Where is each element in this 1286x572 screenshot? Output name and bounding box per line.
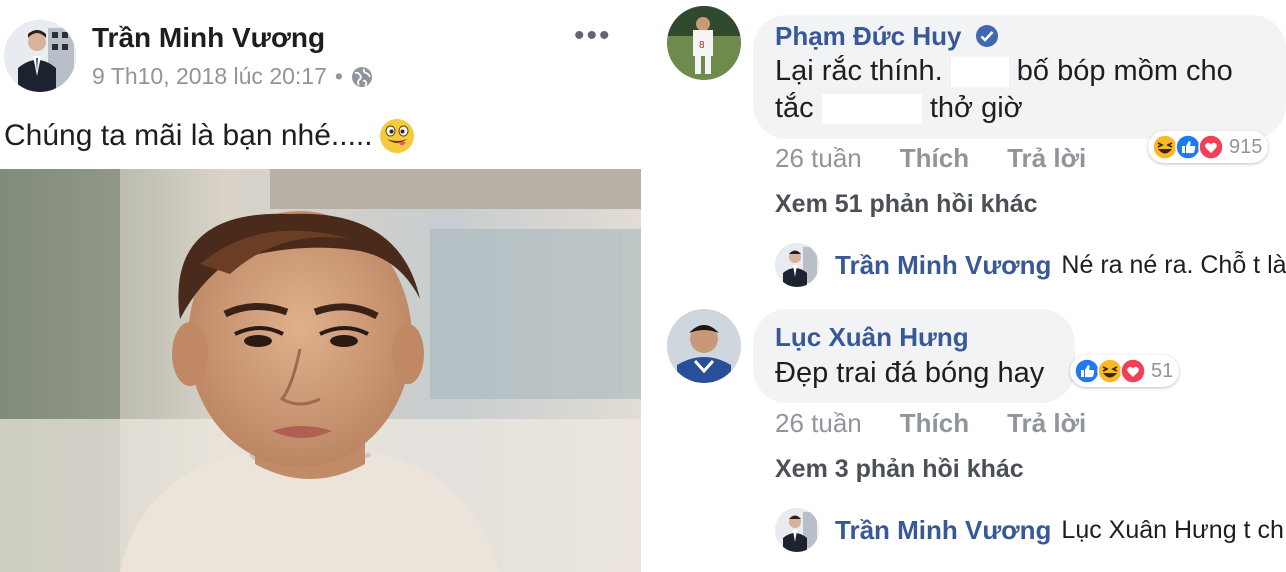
- reply-author-name[interactable]: Trần Minh Vương: [835, 250, 1051, 281]
- svg-text:8: 8: [699, 40, 705, 51]
- comment-text-part: Lại rắc thính.: [775, 55, 943, 87]
- commenter-avatar[interactable]: [667, 309, 741, 383]
- reply-preview[interactable]: Trần Minh Vương Lục Xuân Hưng t ch...: [775, 508, 1286, 552]
- meta-separator: •: [334, 63, 343, 89]
- love-icon: [1198, 134, 1224, 160]
- reaction-count: 915: [1229, 135, 1263, 158]
- reply-author-avatar[interactable]: [775, 243, 819, 287]
- commenter-avatar[interactable]: 8: [667, 6, 741, 80]
- facebook-post: Trần Minh Vương 9 Th10, 2018 lúc 20:17 •…: [0, 0, 650, 572]
- comment-text-part: tắc: [775, 92, 814, 124]
- post-photo[interactable]: [0, 169, 641, 572]
- comment-author-name[interactable]: Phạm Đức Huy: [775, 21, 999, 52]
- comment-actions: 26 tuần Thích Trả lời: [775, 143, 1124, 174]
- reaction-summary[interactable]: 915: [1148, 131, 1269, 163]
- verified-badge-icon: [975, 25, 998, 47]
- globe-icon[interactable]: [351, 66, 373, 88]
- comment-text-part: thở giờ: [929, 92, 1023, 124]
- redacted-block: [950, 57, 1009, 88]
- comment-text: Lại rắc thính. bố bóp mồm cho tắc thở gi…: [775, 53, 1275, 127]
- reaction-summary[interactable]: 51: [1070, 355, 1180, 387]
- comment-author-name[interactable]: Lục Xuân Hưng: [775, 322, 969, 353]
- grinning-tongue-emoji-icon: [379, 119, 414, 153]
- comment-time[interactable]: 26 tuần: [775, 143, 862, 174]
- love-icon: [1120, 358, 1146, 384]
- post-caption: Chúng ta mãi là bạn nhé.....: [4, 119, 373, 152]
- reply-author-avatar[interactable]: [775, 508, 819, 552]
- reply-text: Né ra né ra. Chỗ t là...: [1061, 250, 1286, 279]
- comment-time[interactable]: 26 tuần: [775, 408, 862, 439]
- reply-preview[interactable]: Trần Minh Vương Né ra né ra. Chỗ t là...: [775, 243, 1286, 287]
- view-more-replies-link[interactable]: Xem 3 phản hồi khác: [775, 455, 1024, 484]
- comment-text-part: bố bóp mồm cho: [1016, 55, 1233, 87]
- like-button[interactable]: Thích: [900, 143, 969, 174]
- reply-text: Lục Xuân Hưng t ch...: [1061, 515, 1286, 544]
- comment-actions: 26 tuần Thích Trả lời: [775, 408, 1124, 439]
- post-text: Chúng ta mãi là bạn nhé.....: [4, 118, 415, 154]
- comment-text: Đẹp trai đá bóng hay: [775, 357, 1045, 389]
- reply-author-name[interactable]: Trần Minh Vương: [835, 515, 1051, 546]
- post-author-name[interactable]: Trần Minh Vương: [92, 22, 325, 54]
- reply-button[interactable]: Trả lời: [1007, 408, 1086, 439]
- author-avatar[interactable]: [4, 20, 76, 92]
- comments-section: 8 Phạm Đức Huy Lại rắc thính. bố bóp mồm…: [660, 0, 1286, 572]
- redacted-block: [821, 94, 922, 125]
- reaction-count: 51: [1151, 359, 1174, 382]
- view-more-replies-link[interactable]: Xem 51 phản hồi khác: [775, 190, 1038, 219]
- post-meta: 9 Th10, 2018 lúc 20:17 •: [92, 63, 373, 90]
- more-options-button[interactable]: •••: [574, 21, 612, 51]
- comment-author-text[interactable]: Phạm Đức Huy: [775, 21, 961, 51]
- post-timestamp[interactable]: 9 Th10, 2018 lúc 20:17: [92, 63, 327, 90]
- reply-button[interactable]: Trả lời: [1007, 143, 1086, 174]
- like-button[interactable]: Thích: [900, 408, 969, 439]
